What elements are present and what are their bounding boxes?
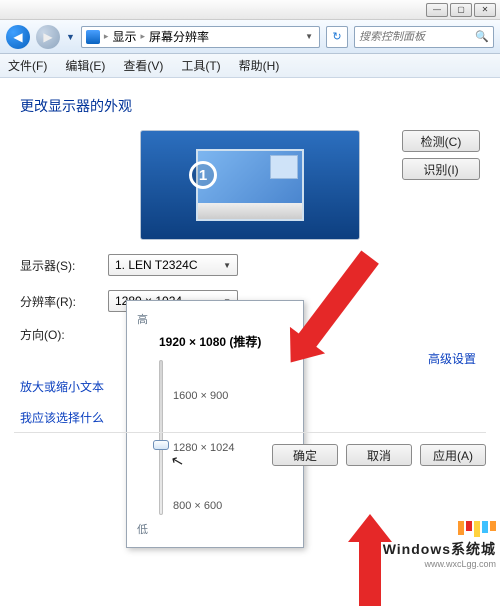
display-label: 显示器(S): (20, 257, 90, 274)
resolution-option-800[interactable]: 800 × 600 (173, 500, 222, 512)
menu-view[interactable]: 查看(V) (123, 57, 163, 74)
resolution-label: 分辨率(R): (20, 293, 90, 310)
breadcrumb-sep-icon: ▸ (104, 31, 109, 42)
slider-low-label: 低 (137, 521, 291, 537)
monitor-preview-container: 1 检测(C) 识别(I) (20, 130, 480, 240)
breadcrumb-resolution[interactable]: 屏幕分辨率 (149, 28, 209, 45)
maximize-button[interactable]: ▢ (450, 3, 472, 17)
address-bar[interactable]: ▸ 显示 ▸ 屏幕分辨率 ▼ (81, 26, 320, 48)
control-panel-icon (86, 30, 100, 44)
separator (14, 432, 486, 433)
watermark-logo-icon (383, 521, 496, 537)
menu-help[interactable]: 帮助(H) (239, 57, 280, 74)
dialog-buttons: 确定 取消 应用(A) (272, 444, 486, 466)
back-button[interactable]: ◀ (6, 25, 30, 49)
breadcrumb-display[interactable]: 显示 (112, 28, 136, 45)
resolution-slider-track[interactable] (159, 360, 163, 515)
display-row: 显示器(S): 1. LEN T2324C ▼ (20, 254, 480, 276)
monitor-preview[interactable]: 1 (140, 130, 360, 240)
menu-file[interactable]: 文件(F) (8, 57, 47, 74)
display-combo[interactable]: 1. LEN T2324C ▼ (108, 254, 238, 276)
resolution-recommended[interactable]: 1920 × 1080 (推荐) (159, 333, 291, 350)
menu-edit[interactable]: 编辑(E) (65, 57, 105, 74)
resolution-slider-thumb[interactable] (153, 440, 169, 450)
orientation-label: 方向(O): (20, 326, 90, 343)
resolution-slider-popup: 高 1920 × 1080 (推荐) 1600 × 900 1280 × 102… (126, 300, 304, 548)
refresh-button[interactable]: ↻ (326, 26, 348, 48)
search-box[interactable]: 🔍 (354, 26, 494, 48)
links-area: 放大或缩小文本 我应该选择什么 (20, 378, 104, 440)
resolution-option-1280[interactable]: 1280 × 1024 (173, 442, 234, 454)
slider-high-label: 高 (137, 311, 291, 327)
watermark-url: www.wxcLgg.com (383, 559, 496, 569)
text-scaling-link[interactable]: 放大或缩小文本 (20, 378, 104, 395)
chevron-down-icon: ▼ (223, 261, 231, 270)
watermark-title: Windows系统城 (383, 539, 496, 559)
menu-bar: 文件(F) 编辑(E) 查看(V) 工具(T) 帮助(H) (0, 54, 500, 78)
breadcrumb-sep-icon: ▸ (140, 31, 145, 42)
search-input[interactable] (359, 31, 471, 43)
display-value: 1. LEN T2324C (115, 258, 198, 272)
search-icon: 🔍 (475, 30, 489, 43)
annotation-arrow-icon (359, 536, 381, 606)
nav-history-dropdown[interactable]: ▼ (66, 32, 75, 42)
apply-button[interactable]: 应用(A) (420, 444, 486, 466)
window-titlebar: — ▢ ✕ (0, 0, 500, 20)
help-choose-link[interactable]: 我应该选择什么 (20, 409, 104, 426)
cancel-button[interactable]: 取消 (346, 444, 412, 466)
close-button[interactable]: ✕ (474, 3, 496, 17)
forward-button[interactable]: ▶ (36, 25, 60, 49)
detect-button[interactable]: 检测(C) (402, 130, 480, 152)
watermark: Windows系统城 www.wxcLgg.com (383, 521, 496, 569)
address-dropdown-icon[interactable]: ▼ (303, 32, 315, 41)
minimize-button[interactable]: — (426, 3, 448, 17)
navigation-bar: ◀ ▶ ▼ ▸ 显示 ▸ 屏幕分辨率 ▼ ↻ 🔍 (0, 20, 500, 54)
advanced-settings-link[interactable]: 高级设置 (428, 350, 476, 367)
ok-button[interactable]: 确定 (272, 444, 338, 466)
page-title: 更改显示器的外观 (20, 96, 480, 116)
menu-tools[interactable]: 工具(T) (181, 57, 220, 74)
monitor-number-badge: 1 (189, 161, 217, 189)
identify-button[interactable]: 识别(I) (402, 158, 480, 180)
resolution-option-1600[interactable]: 1600 × 900 (173, 390, 228, 402)
